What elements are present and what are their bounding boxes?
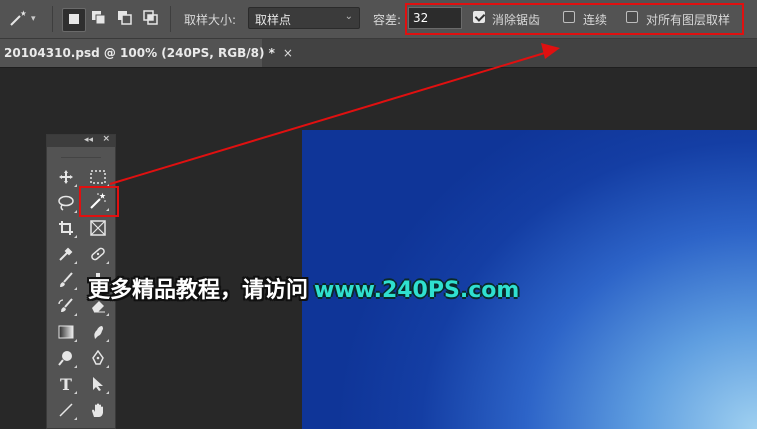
watermark: 更多精品教程，请访问 www.240PS.com	[88, 272, 519, 304]
watermark-text: 更多精品教程，请访问	[88, 278, 309, 303]
watermark-url: www.240PS.com	[314, 278, 520, 303]
annotation-arrow	[109, 43, 560, 185]
